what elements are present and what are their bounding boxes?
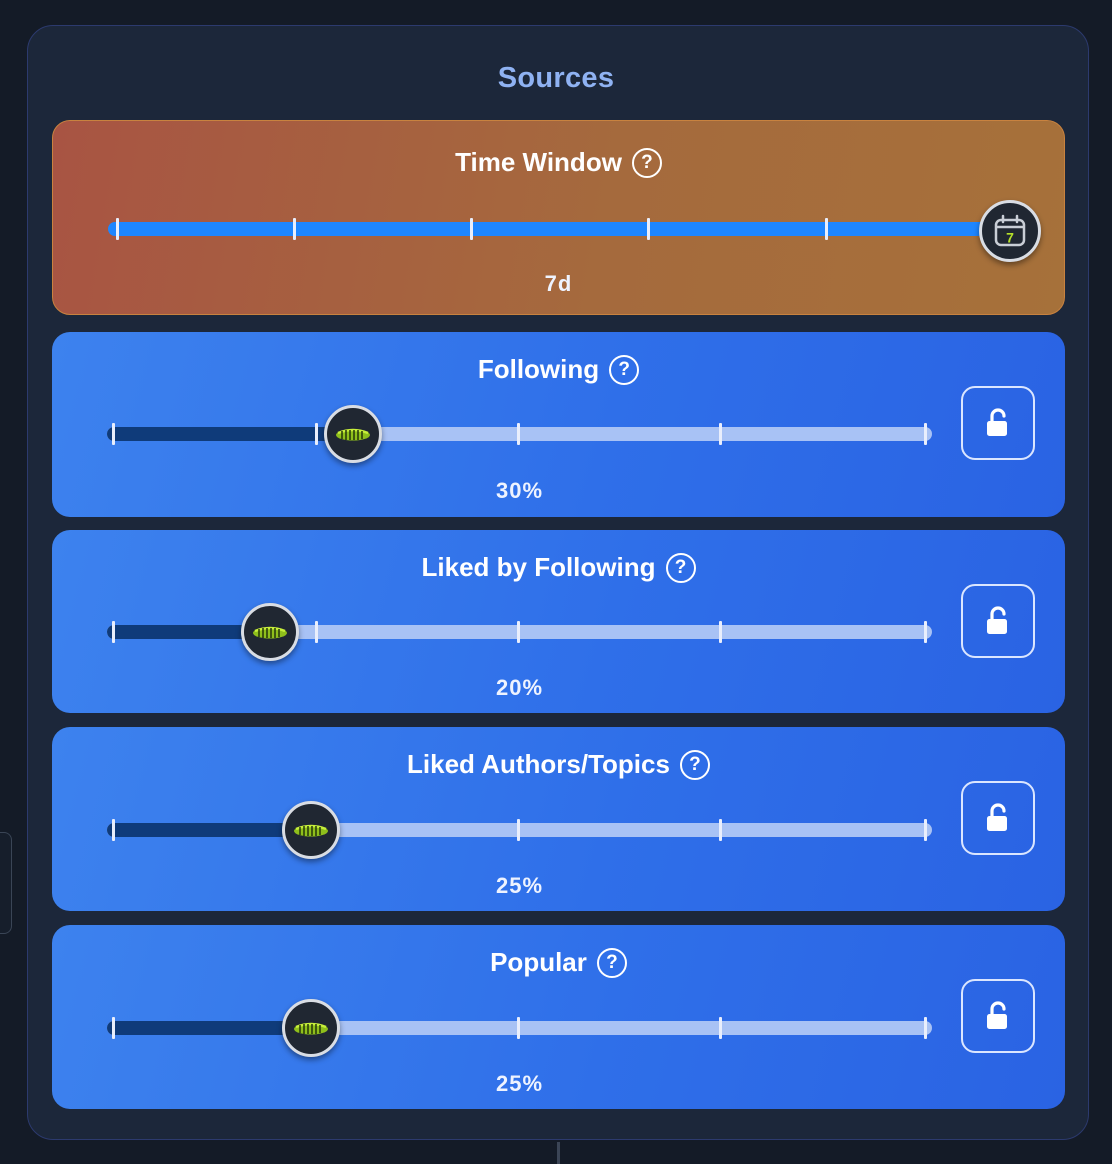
side-drawer-handle[interactable] [0, 832, 12, 934]
slider-tick [112, 423, 115, 445]
slider-tick [293, 218, 296, 240]
slider-tick [112, 819, 115, 841]
unlocked-icon [987, 1001, 1007, 1029]
unlocked-icon [987, 408, 1007, 436]
time-window-track[interactable] [108, 218, 1013, 240]
source-slider-track[interactable] [107, 621, 932, 643]
slider-tick [719, 423, 722, 445]
caterpillar-icon [294, 824, 328, 837]
source-header: Liked Authors/Topics ? [52, 749, 1065, 780]
slider-tick [517, 1017, 520, 1039]
slider-tick [719, 819, 722, 841]
slider-tick [116, 218, 119, 240]
slider-tick [924, 423, 927, 445]
unlocked-icon [987, 606, 1007, 634]
source-slider-thumb[interactable] [241, 603, 299, 661]
source-value: 25% [495, 873, 544, 898]
source-header: Popular ? [52, 947, 1065, 978]
source-header: Liked by Following ? [52, 552, 1065, 583]
source-header: Following ? [52, 354, 1065, 385]
lock-button[interactable] [961, 979, 1035, 1053]
source-slider-track[interactable] [107, 423, 932, 445]
source-slider-track[interactable] [107, 1017, 932, 1039]
caterpillar-icon [253, 626, 287, 639]
connector-line [557, 1142, 560, 1164]
unlocked-icon [987, 803, 1007, 831]
source-value: 25% [495, 1071, 544, 1096]
slider-tick [315, 423, 318, 445]
caterpillar-icon [336, 428, 370, 441]
lock-button[interactable] [961, 386, 1035, 460]
slider-tick [924, 621, 927, 643]
help-icon[interactable]: ? [679, 749, 710, 780]
source-card-following: Following ? 30% [52, 332, 1065, 517]
time-window-title: Time Window [455, 147, 622, 177]
source-title: Popular [490, 947, 587, 977]
source-title: Liked Authors/Topics [407, 749, 670, 779]
help-icon[interactable]: ? [631, 147, 662, 178]
slider-tick [315, 621, 318, 643]
source-value: 20% [495, 675, 544, 700]
help-icon[interactable]: ? [609, 354, 640, 385]
slider-tick [517, 819, 520, 841]
source-slider-thumb[interactable] [282, 999, 340, 1057]
slider-tick [470, 218, 473, 240]
slider-tick [924, 819, 927, 841]
lock-button[interactable] [961, 781, 1035, 855]
slider-tick [647, 218, 650, 240]
slider-tick [517, 621, 520, 643]
source-value: 30% [495, 478, 544, 503]
slider-tick [517, 423, 520, 445]
source-slider-thumb[interactable] [324, 405, 382, 463]
calendar-icon: 7 [994, 214, 1026, 247]
slider-tick [719, 1017, 722, 1039]
source-title: Following [477, 354, 600, 384]
help-icon[interactable]: ? [665, 552, 696, 583]
slider-tick [924, 1017, 927, 1039]
caterpillar-icon [294, 1022, 328, 1035]
time-window-value: 7d [544, 271, 573, 296]
time-window-card: Time Window ? 7 7d [52, 120, 1065, 315]
source-slider-track[interactable] [107, 819, 932, 841]
slider-tick [719, 621, 722, 643]
source-card-liked-by-following: Liked by Following ? 20% [52, 530, 1065, 713]
source-card-liked-authors-topics: Liked Authors/Topics ? 25% [52, 727, 1065, 911]
slider-tick [825, 218, 828, 240]
calendar-day: 7 [1006, 230, 1014, 246]
time-window-header: Time Window ? [53, 147, 1064, 178]
time-window-thumb[interactable]: 7 [979, 200, 1041, 262]
source-card-popular: Popular ? 25% [52, 925, 1065, 1109]
slider-tick [112, 621, 115, 643]
lock-button[interactable] [961, 584, 1035, 658]
slider-tick [112, 1017, 115, 1039]
source-slider-thumb[interactable] [282, 801, 340, 859]
help-icon[interactable]: ? [596, 947, 627, 978]
source-title: Liked by Following [421, 552, 656, 582]
panel-title: Sources [497, 62, 615, 94]
